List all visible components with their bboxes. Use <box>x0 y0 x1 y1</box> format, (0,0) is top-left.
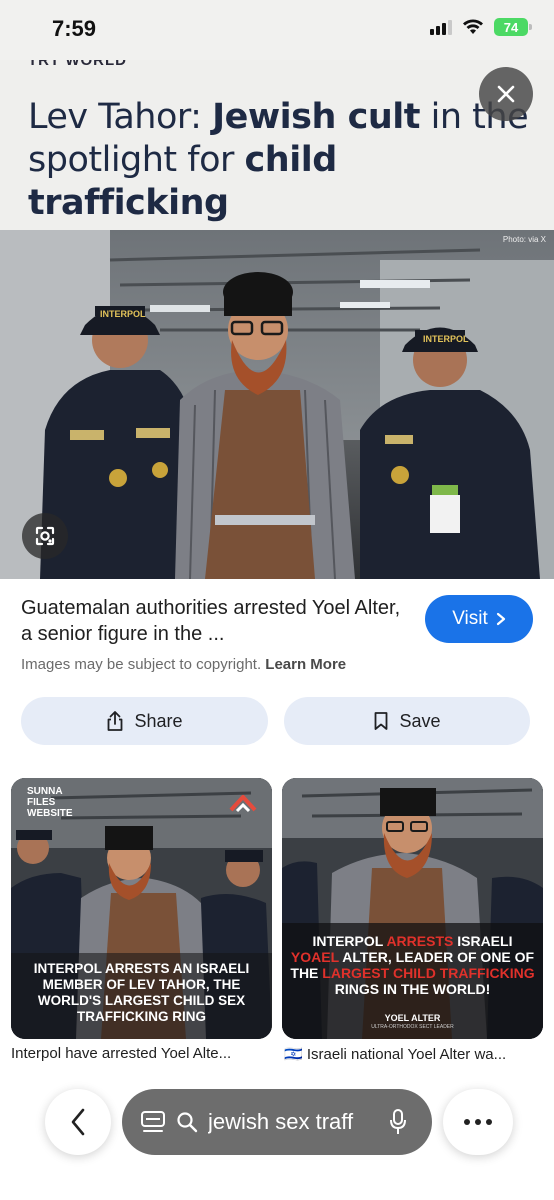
share-label: Share <box>134 710 183 731</box>
status-icons: 74 <box>430 18 532 36</box>
hero-image[interactable]: INTERPOL INTERPOL Photo: via X <box>0 230 554 579</box>
related-photo-2 <box>282 778 543 1039</box>
overlay-part: RINGS IN THE WORLD! <box>334 981 491 997</box>
site-name: TRT WORLD <box>28 60 127 69</box>
bookmark-icon <box>375 712 388 730</box>
share-button[interactable]: Share <box>21 697 268 745</box>
cellular-signal-icon <box>430 19 452 35</box>
more-options-button[interactable] <box>443 1089 513 1155</box>
thumb-overlay-headline: INTERPOL ARRESTS ISRAELI YOAEL ALTER, LE… <box>288 933 537 997</box>
close-button[interactable] <box>479 67 533 121</box>
share-icon <box>108 711 123 731</box>
overlay-part-red: ARRESTS <box>386 933 454 949</box>
dot-icon <box>475 1119 481 1125</box>
copyright-text: Images may be subject to copyright. <box>21 656 262 673</box>
overlay-part: ISRAELI <box>453 933 513 949</box>
dot-icon <box>486 1119 492 1125</box>
overlay-subtitle: ULTRA-ORTHODOX SECT LEADER <box>371 1024 454 1030</box>
status-time: 7:59 <box>52 16 97 41</box>
related-image-2[interactable]: INTERPOL ARRESTS ISRAELI YOAEL ALTER, LE… <box>282 778 543 1039</box>
save-button[interactable]: Save <box>284 697 530 745</box>
israel-flag-icon: 🇮🇱 <box>284 1046 303 1063</box>
source-badge: SUNNA FILES WEBSITE <box>27 786 73 819</box>
overlay-part-red: LARGEST CHILD TRAFFICKING <box>322 965 535 981</box>
battery-level: 74 <box>503 19 519 35</box>
badge-left: INTERPOL <box>100 309 146 319</box>
status-bar: 7:59 74 <box>0 0 554 60</box>
overlay-part-red: YOAEL <box>290 949 339 965</box>
arrest-photo: INTERPOL INTERPOL <box>0 230 554 579</box>
related-title-2-text: Israeli national Yoel Alter wa... <box>306 1046 507 1063</box>
microphone-icon[interactable] <box>388 1108 408 1136</box>
article-header: TRT WORLD Lev Tahor: Jewish cult in the … <box>0 60 554 230</box>
visit-button[interactable]: Visit <box>425 595 533 643</box>
save-label: Save <box>399 710 441 731</box>
lens-button[interactable] <box>22 513 68 559</box>
back-button[interactable] <box>45 1089 111 1155</box>
wifi-icon <box>463 19 483 34</box>
search-bar[interactable]: jewish sex traff <box>122 1089 432 1155</box>
search-icon <box>177 1112 198 1133</box>
related-image-1[interactable]: SUNNA FILES WEBSITE INTERPOL ARRESTS AN … <box>11 778 272 1039</box>
search-input[interactable]: jewish sex traff <box>208 1109 378 1135</box>
battery-icon: 74 <box>494 18 532 36</box>
overlay-name: YOEL ALTER <box>384 1013 441 1023</box>
headline-bold: Jewish cult <box>212 97 420 137</box>
bottom-toolbar: jewish sex traff <box>0 1085 554 1200</box>
thumb-overlay-text: INTERPOL ARRESTS AN ISRAELI MEMBER OF LE… <box>33 961 250 1024</box>
copyright-notice: Images may be subject to copyright. Lear… <box>21 656 346 673</box>
result-caption[interactable]: Guatemalan authorities arrested Yoel Alt… <box>21 595 411 647</box>
related-title-2[interactable]: 🇮🇱 Israeli national Yoel Alter wa... <box>284 1045 546 1063</box>
google-lens-icon <box>35 526 55 546</box>
chevron-right-icon <box>496 612 505 626</box>
dot-icon <box>464 1119 470 1125</box>
chevron-up-logo-icon <box>229 795 257 813</box>
related-title-1[interactable]: Interpol have arrested Yoel Alte... <box>11 1045 273 1062</box>
learn-more-link[interactable]: Learn More <box>265 656 346 673</box>
overlay-part: INTERPOL <box>312 933 387 949</box>
chevron-left-icon <box>71 1108 85 1136</box>
headline-part: Lev Tahor: <box>28 97 213 137</box>
visit-label: Visit <box>452 608 488 629</box>
headline: Lev Tahor: Jewish cult in the spotlight … <box>28 96 538 225</box>
photo-credit: Photo: via X <box>502 235 546 244</box>
badge-right: INTERPOL <box>423 334 469 344</box>
close-icon <box>497 85 515 103</box>
tabs-icon <box>141 1111 165 1132</box>
